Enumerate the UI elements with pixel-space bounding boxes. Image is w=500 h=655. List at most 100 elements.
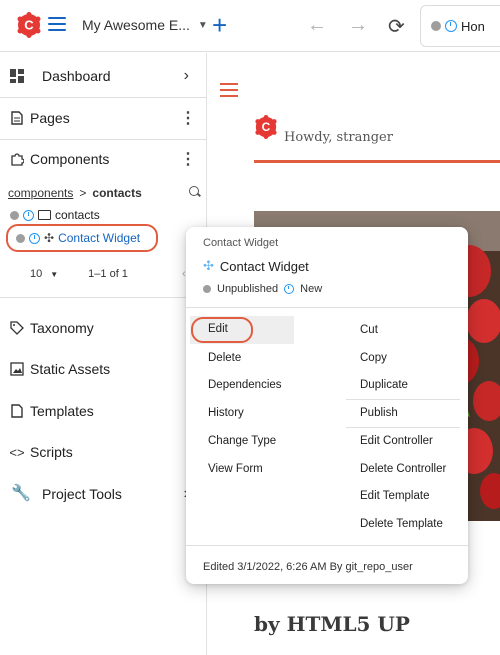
dashboard-icon xyxy=(10,69,24,83)
breadcrumb-link-components[interactable]: components xyxy=(8,186,73,200)
menu-delete-controller-button[interactable]: Delete Controller xyxy=(360,463,446,475)
menu-edit-template-button[interactable]: Edit Template xyxy=(360,490,429,502)
menu-history-button[interactable]: History xyxy=(208,407,244,419)
menu-title-text: Contact Widget xyxy=(219,258,309,274)
divider xyxy=(346,399,460,400)
svg-text:C: C xyxy=(262,120,271,134)
status-new: New xyxy=(300,283,323,295)
divider xyxy=(0,297,207,298)
tree-item-label[interactable]: Contact Widget xyxy=(58,231,140,245)
menu-dependencies-button[interactable]: Dependencies xyxy=(208,379,282,391)
menu-header-label: Contact Widget xyxy=(203,237,279,249)
item-context-menu: Contact Widget ✣ Contact Widget Unpublis… xyxy=(186,227,468,584)
search-icon[interactable] xyxy=(189,186,199,196)
site-switcher[interactable]: My Awesome E... ▼ xyxy=(82,17,208,33)
top-bar: C My Awesome E... ▼ + ← → ⟳ Hon xyxy=(0,0,500,52)
sidebar-item-label: Templates xyxy=(30,403,94,419)
menu-item-title: ✣ Contact Widget xyxy=(203,258,309,274)
puzzle-icon: ✣ xyxy=(203,258,214,273)
clock-icon xyxy=(23,209,34,221)
menu-cut-button[interactable]: Cut xyxy=(360,324,378,336)
sidebar-item-label: Dashboard xyxy=(42,68,111,84)
sidebar-item-label: Taxonomy xyxy=(30,320,94,336)
sidebar-item-label: Pages xyxy=(30,110,70,126)
puzzle-icon: ✣ xyxy=(44,231,55,245)
tree-folder-label: contacts xyxy=(55,208,100,222)
address-bar[interactable]: Hon xyxy=(420,5,500,47)
forward-arrow-icon[interactable]: → xyxy=(348,14,368,37)
menu-copy-button[interactable]: Copy xyxy=(360,352,387,364)
sidebar-item-taxonomy[interactable]: Taxonomy xyxy=(0,309,207,347)
status-dot-icon xyxy=(16,233,25,243)
pagination: 10 ▼ 1–1 of 1 ‹ xyxy=(30,268,186,280)
wrench-icon: 🔧 xyxy=(11,485,31,502)
puzzle-icon xyxy=(10,152,24,166)
sidebar-item-label: Static Assets xyxy=(30,361,111,377)
reload-icon[interactable]: ⟳ xyxy=(388,14,405,39)
divider xyxy=(346,427,460,428)
folder-icon xyxy=(38,210,51,220)
highlight-ring xyxy=(191,317,253,343)
sidebar-item-dashboard[interactable]: Dashboard › xyxy=(0,57,207,95)
menu-view-form-button[interactable]: View Form xyxy=(208,463,263,475)
status-dot-icon xyxy=(203,285,211,293)
divider xyxy=(186,545,468,546)
more-options-icon[interactable]: ⋮ xyxy=(180,108,196,128)
tree-item-contact-widget[interactable]: ✣ Contact Widget xyxy=(6,224,158,252)
sidebar-item-label: Scripts xyxy=(30,444,73,460)
tag-icon xyxy=(10,321,24,335)
sidebar-item-static-assets[interactable]: Static Assets xyxy=(0,350,207,388)
page-size-value: 10 xyxy=(30,268,43,280)
divider xyxy=(186,307,468,308)
sidebar-item-label: Project Tools xyxy=(42,486,122,502)
menu-edit-controller-button[interactable]: Edit Controller xyxy=(360,435,433,447)
page-range: 1–1 of 1 xyxy=(88,268,128,280)
menu-edit-button[interactable]: Edit xyxy=(190,316,294,344)
caret-down-icon: ▼ xyxy=(50,270,59,279)
document-icon xyxy=(10,111,24,125)
sidebar: Dashboard › Pages ⋮ Components ⋮ compone… xyxy=(0,53,207,655)
sidebar-item-templates[interactable]: Templates xyxy=(0,392,207,430)
add-icon[interactable]: + xyxy=(212,12,227,38)
caret-down-icon: ▼ xyxy=(197,19,208,31)
breadcrumb-separator: > xyxy=(79,186,87,200)
site-name: My Awesome E... xyxy=(82,17,190,33)
code-icon: <> xyxy=(9,444,25,460)
clock-icon xyxy=(445,20,457,32)
status-dot-icon xyxy=(431,21,441,31)
document-icon xyxy=(10,404,24,418)
menu-status: Unpublished New xyxy=(203,283,322,295)
clock-icon xyxy=(284,284,295,294)
chevron-right-icon: › xyxy=(183,67,189,84)
header-rule xyxy=(254,160,500,163)
menu-delete-button[interactable]: Delete xyxy=(208,352,241,364)
more-options-icon[interactable]: ⋮ xyxy=(180,149,196,169)
greeting-text: Howdy, stranger xyxy=(284,130,393,145)
sidebar-item-project-tools[interactable]: 🔧 Project Tools › xyxy=(0,475,207,513)
clock-icon xyxy=(29,232,40,244)
page-byline: by HTML5 UP xyxy=(254,612,410,636)
menu-delete-template-button[interactable]: Delete Template xyxy=(360,518,443,530)
page-size-select[interactable]: 10 ▼ xyxy=(30,268,58,280)
back-arrow-icon[interactable]: ← xyxy=(307,14,327,37)
sidebar-item-pages[interactable]: Pages ⋮ xyxy=(0,99,207,137)
status-unpublished: Unpublished xyxy=(217,283,279,295)
status-dot-icon xyxy=(10,210,19,220)
sidebar-item-components[interactable]: Components ⋮ xyxy=(0,140,207,178)
address-text: Hon xyxy=(461,18,485,34)
site-logo-icon: C xyxy=(255,115,277,139)
svg-text:C: C xyxy=(24,18,34,33)
menu-duplicate-button[interactable]: Duplicate xyxy=(360,379,408,391)
sidebar-toggle-icon[interactable] xyxy=(48,17,66,31)
menu-icon[interactable] xyxy=(220,83,238,97)
divider xyxy=(0,97,207,98)
breadcrumb-current: contacts xyxy=(92,186,142,200)
crafter-logo-icon[interactable]: C xyxy=(16,12,42,38)
image-icon xyxy=(10,362,24,376)
menu-change-type-button[interactable]: Change Type xyxy=(208,435,276,447)
studio-app: C My Awesome E... ▼ + ← → ⟳ Hon Dashboar… xyxy=(0,0,500,655)
tree-folder-row[interactable]: contacts xyxy=(10,208,100,222)
menu-publish-button[interactable]: Publish xyxy=(360,407,398,419)
sidebar-item-scripts[interactable]: <> Scripts xyxy=(0,433,207,471)
menu-footer-edited: Edited 3/1/2022, 6:26 AM By git_repo_use… xyxy=(203,561,413,573)
